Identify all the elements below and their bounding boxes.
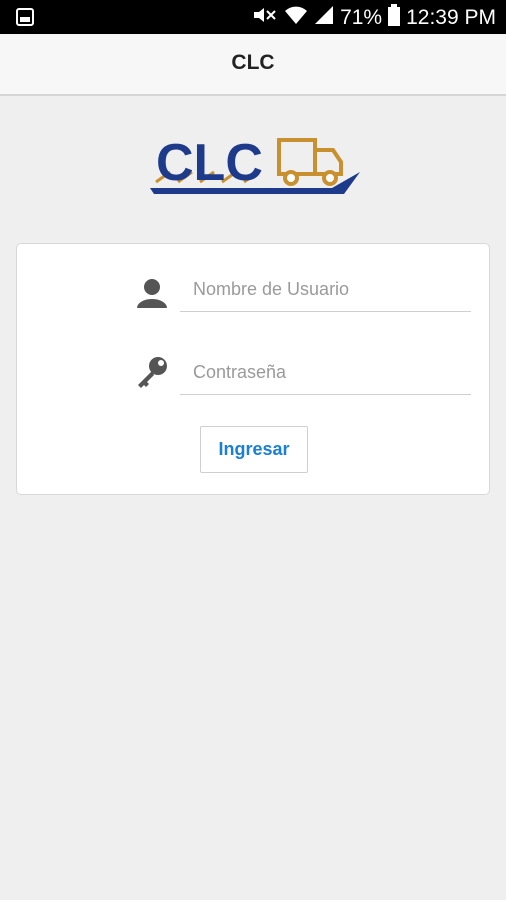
login-card: Ingresar bbox=[16, 243, 490, 495]
app-bar: CLC bbox=[0, 34, 506, 96]
mute-icon bbox=[252, 5, 278, 31]
gallery-notification-icon bbox=[16, 8, 34, 31]
battery-icon bbox=[388, 4, 401, 32]
truck-icon bbox=[277, 138, 343, 186]
battery-percent: 71% bbox=[340, 6, 383, 29]
login-button[interactable]: Ingresar bbox=[200, 426, 308, 473]
clock: 12:39 PM bbox=[406, 6, 496, 29]
user-icon bbox=[135, 278, 169, 313]
signal-icon bbox=[314, 5, 334, 31]
wifi-icon bbox=[284, 5, 308, 31]
clc-logo: CLC bbox=[146, 132, 362, 196]
status-bar: 71% 12:39 PM bbox=[0, 0, 506, 34]
password-input[interactable] bbox=[180, 351, 471, 395]
logo-text: CLC bbox=[156, 134, 263, 192]
key-icon bbox=[135, 355, 169, 394]
username-input[interactable] bbox=[180, 268, 471, 312]
page-title: CLC bbox=[231, 51, 275, 74]
